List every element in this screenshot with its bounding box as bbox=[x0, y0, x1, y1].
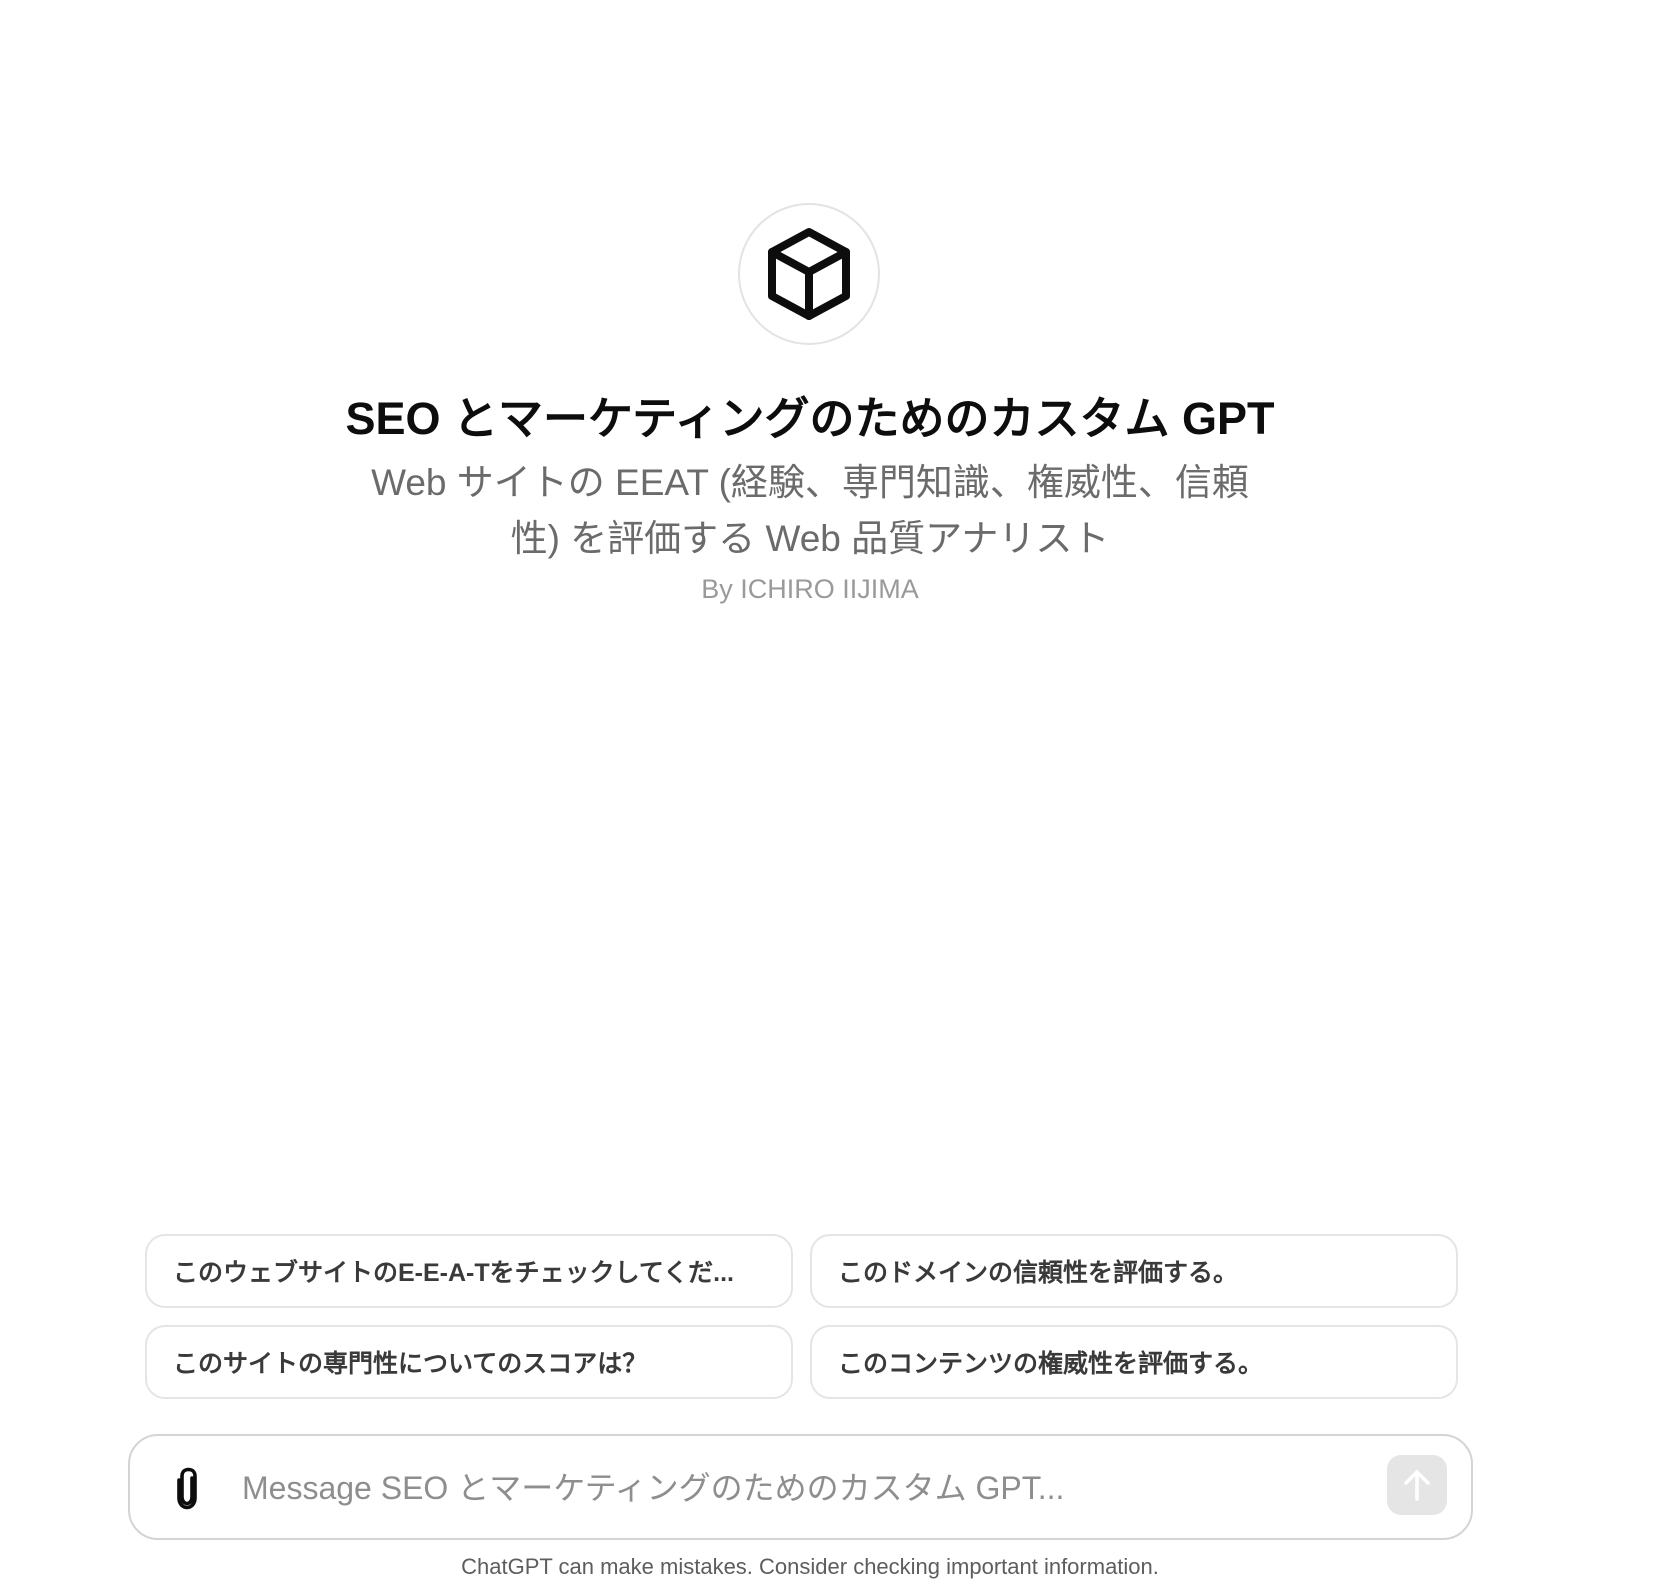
starter-label: このウェブサイトのE-E-A-Tをチェックしてくだ... bbox=[173, 1259, 734, 1287]
starter-button[interactable]: このコンテンツの権威性を評価する。 bbox=[810, 1325, 1458, 1399]
starter-button[interactable]: このドメインの信頼性を評価する。 bbox=[810, 1234, 1458, 1308]
message-input[interactable] bbox=[240, 1460, 1294, 1516]
gpt-title: SEO とマーケティングのためのカスタム GPT bbox=[345, 393, 1275, 444]
starter-label: このサイトの専門性についてのスコアは？ bbox=[173, 1350, 648, 1378]
arrow-up-icon bbox=[1404, 1470, 1430, 1501]
conversation-starters: このウェブサイトのE-E-A-Tをチェックしてくだ... このドメインの信頼性を… bbox=[145, 1234, 1458, 1399]
starter-button[interactable]: このサイトの専門性についてのスコアは？ bbox=[145, 1325, 793, 1399]
disclaimer-note: ChatGPT can make mistakes. Consider chec… bbox=[461, 1554, 1159, 1579]
gpt-author: By ICHIRO IIJIMA bbox=[701, 574, 919, 604]
gpt-description: Web サイトの EEAT (経験、専門知識、権威性、信頼性) を評価する We… bbox=[371, 462, 1249, 559]
attach-button[interactable] bbox=[170, 1466, 204, 1510]
starter-button[interactable]: このウェブサイトのE-E-A-Tをチェックしてくだ... bbox=[145, 1234, 793, 1308]
starter-label: このドメインの信頼性を評価する。 bbox=[838, 1259, 1239, 1287]
message-composer bbox=[128, 1434, 1473, 1540]
starter-label: このコンテンツの権威性を評価する。 bbox=[838, 1350, 1264, 1378]
gpt-avatar bbox=[738, 203, 880, 345]
send-button[interactable] bbox=[1387, 1455, 1447, 1515]
paperclip-icon bbox=[177, 1467, 197, 1510]
cube-icon bbox=[768, 228, 850, 320]
